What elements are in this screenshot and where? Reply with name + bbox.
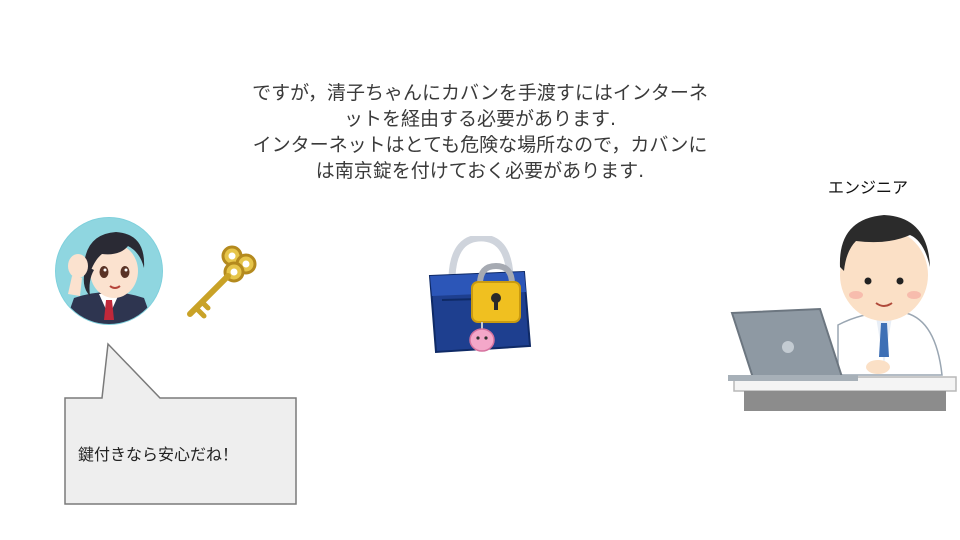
caption-line-1: ですが，清子ちゃんにカバンを手渡すにはインターネ [252, 82, 708, 104]
caption: ですが，清子ちゃんにカバンを手渡すにはインターネ ットを経由する必要があります.… [190, 80, 770, 184]
engineer-label: エンジニア [828, 178, 909, 197]
engineer-laptop-icon [728, 215, 957, 411]
speech-bubble [64, 342, 297, 505]
slide: ですが，清子ちゃんにカバンを手渡すにはインターネ ットを経由する必要があります.… [0, 0, 960, 540]
caption-line-4: は南京錠を付けておく必要があります. [315, 160, 645, 182]
locked-bag-icon [428, 236, 532, 354]
speech-bubble-text: 鍵付きなら安心だね！ [78, 445, 239, 464]
girl-avatar-icon [55, 217, 163, 325]
caption-line-2: ットを経由する必要があります. [343, 108, 617, 130]
caption-line-3: インターネットはとても危険な場所なので，カバンに [252, 134, 708, 156]
key-icon [187, 245, 257, 319]
